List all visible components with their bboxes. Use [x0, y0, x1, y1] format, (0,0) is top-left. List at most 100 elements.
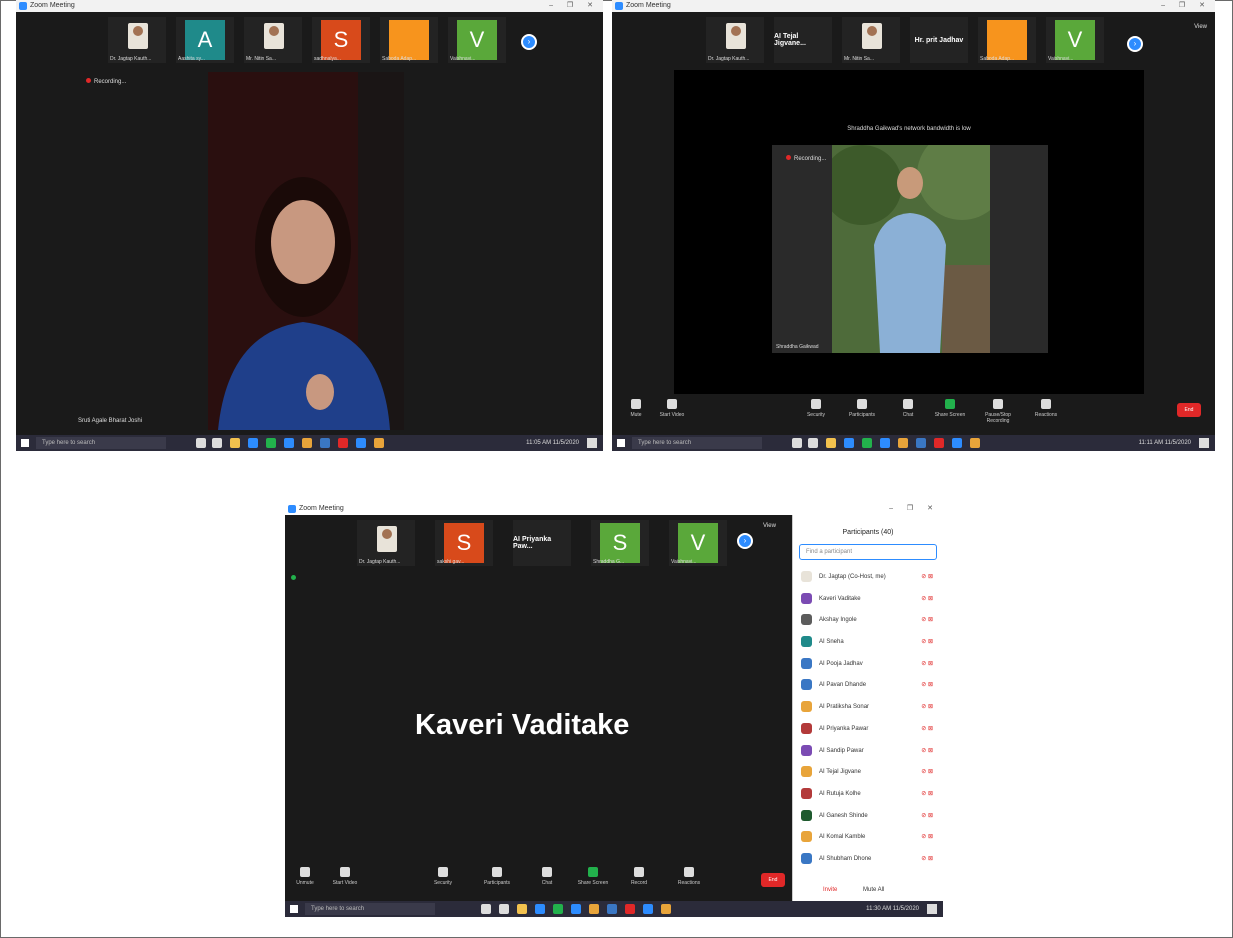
toolbar-button[interactable]: Mute — [618, 399, 654, 418]
taskbar-app-icon[interactable] — [826, 438, 836, 448]
taskbar-app-icon[interactable] — [589, 904, 599, 914]
participant-row[interactable]: AI Ganesh Shinde ⊘ ⊠ — [793, 805, 943, 827]
window-controls[interactable]: – ❐ ✕ — [1161, 0, 1211, 12]
notification-icon[interactable] — [927, 904, 937, 914]
participant-row[interactable]: AI Sneha ⊘ ⊠ — [793, 631, 943, 653]
toolbar-button[interactable]: Security — [425, 867, 461, 886]
taskbar-app-icon[interactable] — [266, 438, 276, 448]
taskbar-app-icon[interactable] — [916, 438, 926, 448]
toolbar-button[interactable]: Share Screen — [932, 399, 968, 418]
toolbar-button[interactable]: Start Video — [327, 867, 363, 886]
participant-thumbnail[interactable]: Saboda Adap... — [380, 17, 438, 63]
toolbar-button[interactable]: Start Video — [654, 399, 690, 418]
invite-button[interactable]: Invite — [823, 887, 837, 893]
window-controls[interactable]: – ❐ ✕ — [549, 0, 599, 12]
participant-row[interactable]: AI Sandip Pawar ⊘ ⊠ — [793, 740, 943, 762]
taskbar-app-icon[interactable] — [481, 904, 491, 914]
participant-row[interactable]: AI Pratiksha Sonar ⊘ ⊠ — [793, 696, 943, 718]
taskbar-app-icon[interactable] — [607, 904, 617, 914]
view-button[interactable]: View — [763, 523, 776, 529]
participant-row[interactable]: Dr. Jagtap (Co-Host, me) ⊘ ⊠ — [793, 566, 943, 588]
taskbar-app-icon[interactable] — [643, 904, 653, 914]
taskbar-app-icon[interactable] — [302, 438, 312, 448]
participant-row[interactable]: AI Rutuja Kolhe ⊘ ⊠ — [793, 783, 943, 805]
participant-thumbnail[interactable]: AI Tejal Jigvane... — [774, 17, 832, 63]
notification-icon[interactable] — [1199, 438, 1209, 448]
participant-row[interactable]: AI Tejal Jigvane ⊘ ⊠ — [793, 761, 943, 783]
taskbar-app-icon[interactable] — [338, 438, 348, 448]
toolbar-button[interactable]: Unmute — [287, 867, 323, 886]
taskbar-app-icon[interactable] — [661, 904, 671, 914]
toolbar-button[interactable]: Participants — [479, 867, 515, 886]
taskbar-app-icon[interactable] — [212, 438, 222, 448]
participant-thumbnail[interactable]: Ssadhnalya... — [312, 17, 370, 63]
participant-thumbnail[interactable]: V Vaishnavi... — [1046, 17, 1104, 63]
participant-row[interactable]: AI Pavan Dhande ⊘ ⊠ — [793, 674, 943, 696]
participant-thumbnail[interactable]: Dr. Jagtap Kauth... — [108, 17, 166, 63]
windows-start-icon[interactable] — [21, 439, 29, 447]
toolbar-button[interactable]: Chat — [890, 399, 926, 418]
next-page-icon[interactable]: › — [1127, 36, 1143, 52]
participant-row[interactable]: AI Shubham Dhone ⊘ ⊠ — [793, 848, 943, 870]
toolbar-button[interactable]: Record — [621, 867, 657, 886]
taskbar-app-icon[interactable] — [808, 438, 818, 448]
windows-start-icon[interactable] — [617, 439, 625, 447]
participant-row[interactable]: AI Komal Kamble ⊘ ⊠ — [793, 826, 943, 848]
taskbar-app-icon[interactable] — [880, 438, 890, 448]
taskbar-app-icon[interactable] — [356, 438, 366, 448]
next-page-icon[interactable]: › — [521, 34, 537, 50]
taskbar-app-icon[interactable] — [898, 438, 908, 448]
taskbar-app-icon[interactable] — [284, 438, 294, 448]
participant-thumbnail[interactable]: Dr. Jagtap Kauth... — [706, 17, 764, 63]
participant-thumbnail[interactable]: AI Priyanka Paw... — [513, 520, 571, 566]
participant-thumbnail[interactable]: A Aashita sy... — [176, 17, 234, 63]
taskbar-app-icon[interactable] — [952, 438, 962, 448]
mute-all-button[interactable]: Mute All — [863, 887, 884, 893]
taskbar-app-icon[interactable] — [844, 438, 854, 448]
participant-thumbnail[interactable]: S Shraddha G... — [591, 520, 649, 566]
taskbar-app-icon[interactable] — [970, 438, 980, 448]
taskbar-app-icon[interactable] — [792, 438, 802, 448]
taskbar-app-icon[interactable] — [499, 904, 509, 914]
participant-thumbnail[interactable]: Ssakshi gav... — [435, 520, 493, 566]
toolbar-button[interactable]: Participants — [844, 399, 880, 418]
taskbar-app-icon[interactable] — [934, 438, 944, 448]
taskbar-search[interactable]: Type here to search — [632, 437, 762, 449]
participant-thumbnail[interactable]: Mr. Nitin Sa... — [842, 17, 900, 63]
toolbar-button[interactable]: Security — [798, 399, 834, 418]
toolbar-button[interactable]: Chat — [529, 867, 565, 886]
end-meeting-button[interactable]: End — [1177, 403, 1201, 417]
end-meeting-button[interactable]: End — [761, 873, 785, 887]
participant-thumbnail[interactable]: V Vaishnavi... — [448, 17, 506, 63]
participant-thumbnail[interactable]: Saboda Adap... — [978, 17, 1036, 63]
taskbar-app-icon[interactable] — [517, 904, 527, 914]
participant-row[interactable]: Kaveri Vaditake ⊘ ⊠ — [793, 588, 943, 610]
taskbar-app-icon[interactable] — [320, 438, 330, 448]
participant-row[interactable]: AI Priyanka Pawar ⊘ ⊠ — [793, 718, 943, 740]
notification-icon[interactable] — [587, 438, 597, 448]
taskbar-app-icon[interactable] — [553, 904, 563, 914]
taskbar-app-icon[interactable] — [571, 904, 581, 914]
participant-thumbnail[interactable]: V Vaishnavi... — [669, 520, 727, 566]
taskbar-app-icon[interactable] — [230, 438, 240, 448]
toolbar-button[interactable]: Pause/Stop Recording — [980, 399, 1016, 424]
taskbar-app-icon[interactable] — [248, 438, 258, 448]
participant-row[interactable]: Akshay Ingole ⊘ ⊠ — [793, 609, 943, 631]
window-controls[interactable]: – ❐ ✕ — [889, 503, 939, 515]
next-page-icon[interactable]: › — [737, 533, 753, 549]
windows-start-icon[interactable] — [290, 905, 298, 913]
toolbar-button[interactable]: Reactions — [671, 867, 707, 886]
participant-row[interactable]: AI Pooja Jadhav ⊘ ⊠ — [793, 653, 943, 675]
taskbar-app-icon[interactable] — [196, 438, 206, 448]
toolbar-button[interactable]: Share Screen — [575, 867, 611, 886]
taskbar-app-icon[interactable] — [535, 904, 545, 914]
taskbar-search[interactable]: Type here to search — [36, 437, 166, 449]
participant-thumbnail[interactable]: Mr. Nitin Sa... — [244, 17, 302, 63]
taskbar-app-icon[interactable] — [625, 904, 635, 914]
participant-thumbnail[interactable]: Dr. Jagtap Kauth... — [357, 520, 415, 566]
participant-search-input[interactable]: Find a participant — [799, 544, 937, 560]
participant-thumbnail[interactable]: Hr. prit Jadhav — [910, 17, 968, 63]
toolbar-button[interactable]: Reactions — [1028, 399, 1064, 418]
taskbar-app-icon[interactable] — [862, 438, 872, 448]
taskbar-search[interactable]: Type here to search — [305, 903, 435, 915]
